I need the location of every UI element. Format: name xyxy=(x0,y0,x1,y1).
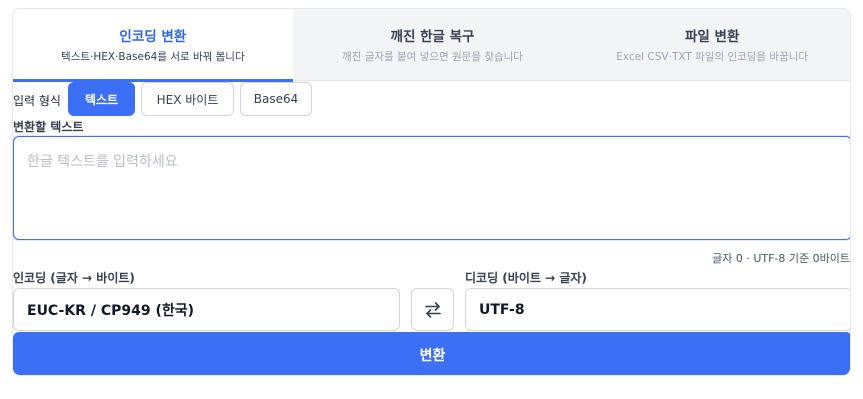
tab-subtitle: 깨진 글자를 붙여 넣으면 원문을 찾습니다 xyxy=(342,51,523,63)
format-hex-button[interactable]: HEX 바이트 xyxy=(141,82,234,116)
tab-subtitle: 텍스트·HEX·Base64를 서로 바꿔 봅니다 xyxy=(61,51,245,63)
decode-charset-select[interactable]: UTF-8 xyxy=(465,288,850,331)
encode-charset-select[interactable]: EUC-KR / CP949 (한국) xyxy=(13,288,400,331)
tab-subtitle: Excel CSV·TXT 파일의 인코딩을 바꿉니다 xyxy=(616,51,809,63)
swap-arrows-icon xyxy=(424,301,441,318)
decode-charset-value: UTF-8 xyxy=(479,301,525,318)
tab-title: 인코딩 변환 xyxy=(119,29,187,45)
tab-encoding-convert[interactable]: 인코딩 변환 텍스트·HEX·Base64를 서로 바꿔 봅니다 xyxy=(13,9,293,82)
tab-bar: 인코딩 변환 텍스트·HEX·Base64를 서로 바꿔 봅니다 깨진 한글 복… xyxy=(13,9,850,82)
tab-title: 파일 변환 xyxy=(684,29,740,45)
text-input-label: 변환할 텍스트 xyxy=(13,120,84,134)
format-base64-button[interactable]: Base64 xyxy=(240,82,312,116)
tab-broken-hangul-recovery[interactable]: 깨진 한글 복구 깨진 글자를 붙여 넣으면 원문을 찾습니다 xyxy=(293,9,573,81)
tab-title: 깨진 한글 복구 xyxy=(390,29,475,45)
text-input[interactable] xyxy=(13,136,850,240)
encode-charset-value: EUC-KR / CP949 (한국) xyxy=(27,302,195,319)
convert-button[interactable]: 변환 xyxy=(13,332,850,375)
decode-label: 디코딩 (바이트 → 글자) xyxy=(465,271,587,285)
converter-card: 인코딩 변환 텍스트·HEX·Base64를 서로 바꿔 봅니다 깨진 한글 복… xyxy=(12,8,851,376)
format-text-button[interactable]: 텍스트 xyxy=(68,82,135,116)
encode-label: 인코딩 (글자 → 바이트) xyxy=(13,271,135,285)
tab-file-convert[interactable]: 파일 변환 Excel CSV·TXT 파일의 인코딩을 바꿉니다 xyxy=(572,9,850,81)
input-format-label: 입력 형식 xyxy=(13,94,61,108)
character-count: 글자 0 · UTF-8 기준 0바이트 xyxy=(712,252,850,265)
swap-button[interactable] xyxy=(411,288,454,331)
